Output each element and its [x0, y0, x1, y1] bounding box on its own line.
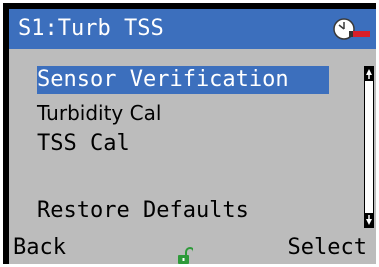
menu-item-label: Turbidity Cal [37, 101, 162, 125]
menu-item-sensor-verification[interactable]: Sensor Verification [37, 66, 329, 94]
back-button[interactable]: Back [13, 234, 66, 262]
menu-item-label: Sensor Verification [37, 67, 289, 92]
menu-item-label: Restore Defaults [37, 198, 249, 223]
menu-item-label: TSS Cal [37, 131, 130, 156]
unlocked-padlock-icon [178, 247, 193, 264]
device-display-frame: S1:Turb TSS Sensor Verification Turbidit… [3, 3, 376, 264]
menu-item-tss-cal[interactable]: TSS Cal [37, 130, 130, 158]
menu-item-turbidity-cal[interactable]: Turbidity Cal [37, 99, 161, 127]
title-bar: S1:Turb TSS [9, 9, 376, 49]
menu-scrollbar[interactable] [364, 66, 374, 228]
clock-probe-icon [333, 18, 370, 40]
display-screen: S1:Turb TSS Sensor Verification Turbidit… [9, 9, 376, 264]
select-button[interactable]: Select [288, 234, 367, 262]
screen-title: S1:Turb TSS [18, 16, 164, 41]
menu-item-restore-defaults[interactable]: Restore Defaults [37, 197, 249, 225]
